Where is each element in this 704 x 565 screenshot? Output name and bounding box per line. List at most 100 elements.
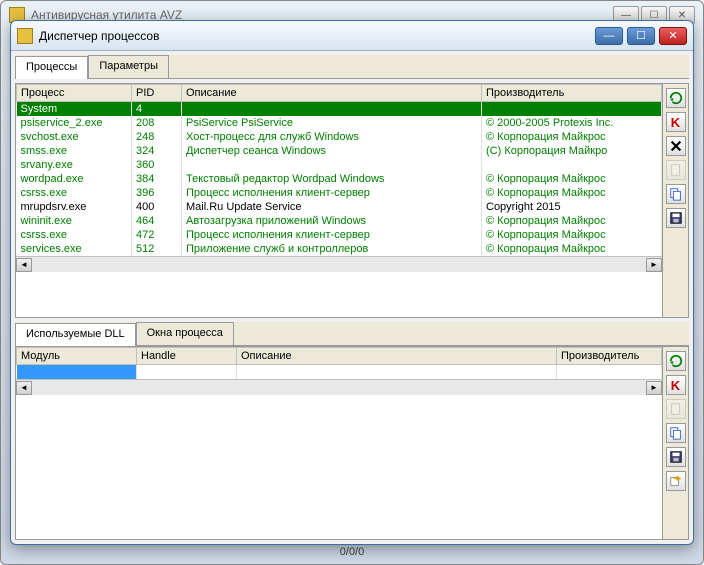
copy-icon[interactable] (666, 423, 686, 443)
process-row[interactable]: srvany.exe360 (17, 158, 662, 172)
cell-pid: 400 (132, 200, 182, 214)
cell-vendor: (C) Корпорация Майкро (482, 144, 662, 158)
process-row[interactable]: csrss.exe472Процесс исполнения клиент-се… (17, 228, 662, 242)
col-module[interactable]: Модуль (17, 348, 137, 365)
cell-desc: Текстовый редактор Wordpad Windows (182, 172, 482, 186)
col-dll-vendor[interactable]: Производитель (557, 348, 662, 365)
cell-desc: Mail.Ru Update Service (182, 200, 482, 214)
cell-vendor: © Корпорация Майкрос (482, 172, 662, 186)
cell-name: services.exe (17, 242, 132, 256)
cell-pid: 384 (132, 172, 182, 186)
col-handle[interactable]: Handle (137, 348, 237, 365)
col-process[interactable]: Процесс (17, 85, 132, 102)
cell-desc: Диспетчер сеанса Windows (182, 144, 482, 158)
maximize-button[interactable]: ☐ (627, 27, 655, 45)
process-row[interactable]: psiservice_2.exe208PsiService PsiService… (17, 116, 662, 130)
tab-top-0[interactable]: Процессы (15, 56, 88, 79)
cell-handle (137, 365, 237, 380)
doc-icon (666, 399, 686, 419)
cell-name: csrss.exe (17, 186, 132, 200)
refresh-icon[interactable] (666, 351, 686, 371)
process-row[interactable]: services.exe512Приложение служб и контро… (17, 242, 662, 256)
process-manager-window: Диспетчер процессов — ☐ ✕ ПроцессыПараме… (10, 20, 694, 545)
cell-pid: 396 (132, 186, 182, 200)
cell-name: System (17, 102, 132, 117)
minimize-button[interactable]: — (595, 27, 623, 45)
cell-vendor: © Корпорация Майкрос (482, 130, 662, 144)
dll-table-wrap[interactable]: Модуль Handle Описание Производитель ◄ ► (16, 347, 662, 539)
cell-pid: 208 (132, 116, 182, 130)
cell-vendor: © Корпорация Майкрос (482, 186, 662, 200)
cell-name: svchost.exe (17, 130, 132, 144)
scroll-right-icon[interactable]: ► (646, 258, 662, 272)
process-row[interactable]: csrss.exe396Процесс исполнения клиент-се… (17, 186, 662, 200)
tab-bottom-0[interactable]: Используемые DLL (15, 323, 136, 346)
cell-vendor: © Корпорация Майкрос (482, 242, 662, 256)
cell-name: wordpad.exe (17, 172, 132, 186)
cell-pid: 464 (132, 214, 182, 228)
kill-icon[interactable] (666, 136, 686, 156)
cell-vendor: © Корпорация Майкрос (482, 228, 662, 242)
col-desc[interactable]: Описание (182, 85, 482, 102)
cell-desc: Приложение служб и контроллеров (182, 242, 482, 256)
refresh-icon[interactable] (666, 88, 686, 108)
cell-vendor (482, 102, 662, 117)
tab-bottom-1[interactable]: Окна процесса (136, 322, 234, 345)
cell-name: wininit.exe (17, 214, 132, 228)
cell-vendor: © 2000-2005 Protexis Inc. (482, 116, 662, 130)
cell-desc: Автозагрузка приложений Windows (182, 214, 482, 228)
dll-table: Модуль Handle Описание Производитель (16, 347, 662, 379)
kaspersky-icon[interactable]: K (666, 375, 686, 395)
kaspersky-icon[interactable]: K (666, 112, 686, 132)
col-dll-desc[interactable]: Описание (237, 348, 557, 365)
cell-name: psiservice_2.exe (17, 116, 132, 130)
process-row[interactable]: svchost.exe248Хост-процесс для служб Win… (17, 130, 662, 144)
col-vendor[interactable]: Производитель (482, 85, 662, 102)
status-bar: 0/0/0 (1, 542, 703, 562)
content-area: ПроцессыПараметры Процесс PID Описание П… (11, 51, 693, 544)
process-row[interactable]: System4 (17, 102, 662, 117)
cell-module (17, 365, 137, 380)
export-icon[interactable] (666, 471, 686, 491)
scroll-left-icon[interactable]: ◄ (16, 258, 32, 272)
cell-name: csrss.exe (17, 228, 132, 242)
process-row[interactable]: mrupdsrv.exe400Mail.Ru Update ServiceCop… (17, 200, 662, 214)
scroll-left-icon[interactable]: ◄ (16, 381, 32, 395)
tab-top-1[interactable]: Параметры (88, 55, 169, 78)
titlebar[interactable]: Диспетчер процессов — ☐ ✕ (11, 21, 693, 51)
bottom-tab-bar: Используемые DLLОкна процесса (15, 322, 689, 346)
cell-desc: Процесс исполнения клиент-сервер (182, 186, 482, 200)
cell-desc (182, 158, 482, 172)
cell-vendor: Copyright 2015 (482, 200, 662, 214)
process-row[interactable]: wordpad.exe384Текстовый редактор Wordpad… (17, 172, 662, 186)
cell-desc: Процесс исполнения клиент-сервер (182, 228, 482, 242)
cell-pid: 4 (132, 102, 182, 117)
window-icon (17, 28, 33, 44)
dll-hscroll[interactable]: ◄ ► (16, 379, 662, 395)
cell-vendor (482, 158, 662, 172)
save-icon[interactable] (666, 208, 686, 228)
process-row[interactable]: smss.exe324Диспетчер сеанса Windows(C) К… (17, 144, 662, 158)
dll-sidebar: K (662, 347, 688, 539)
dll-panel: Модуль Handle Описание Производитель ◄ ► (15, 346, 689, 540)
process-row[interactable]: wininit.exe464Автозагрузка приложений Wi… (17, 214, 662, 228)
top-tab-bar: ПроцессыПараметры (15, 55, 689, 79)
process-panel: Процесс PID Описание Производитель Syste… (15, 83, 689, 318)
save-icon[interactable] (666, 447, 686, 467)
doc-icon (666, 160, 686, 180)
process-table-wrap[interactable]: Процесс PID Описание Производитель Syste… (16, 84, 662, 317)
close-button[interactable]: ✕ (659, 27, 687, 45)
cell-name: mrupdsrv.exe (17, 200, 132, 214)
cell-pid: 360 (132, 158, 182, 172)
cell-pid: 324 (132, 144, 182, 158)
cell-pid: 512 (132, 242, 182, 256)
dll-row[interactable] (17, 365, 662, 380)
scroll-right-icon[interactable]: ► (646, 381, 662, 395)
status-text: 0/0/0 (340, 546, 364, 558)
cell-vendor (557, 365, 662, 380)
copy-icon[interactable] (666, 184, 686, 204)
window-title: Диспетчер процессов (39, 29, 159, 43)
cell-desc (237, 365, 557, 380)
process-hscroll[interactable]: ◄ ► (16, 256, 662, 272)
col-pid[interactable]: PID (132, 85, 182, 102)
